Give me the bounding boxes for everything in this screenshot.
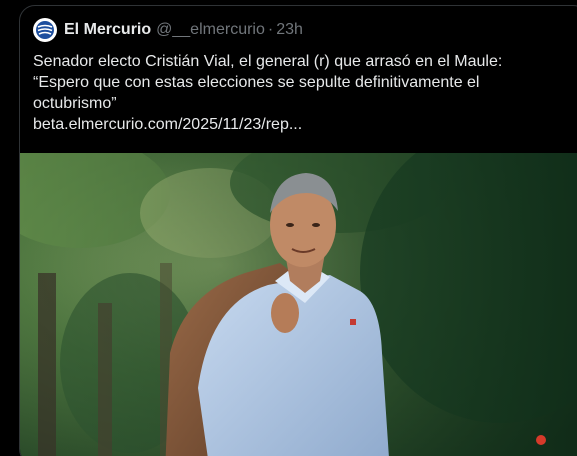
- separator-dot: ·: [267, 21, 274, 38]
- tweet-photo[interactable]: [20, 153, 577, 456]
- tweet-link[interactable]: beta.elmercurio.com/2025/11/23/rep...: [33, 114, 573, 135]
- tweet-card[interactable]: El Mercurio @__elmercurio · 23h Senador …: [19, 5, 577, 456]
- photo-illustration: [20, 153, 577, 456]
- newspaper-logo-icon: [34, 19, 56, 41]
- author-name[interactable]: El Mercurio: [64, 21, 151, 39]
- tweet-text-line: Senador electo Cristián Vial, el general…: [33, 53, 503, 70]
- tweet-header: El Mercurio @__elmercurio · 23h: [33, 18, 303, 42]
- tweet-text: Senador electo Cristián Vial, el general…: [33, 51, 573, 135]
- author-handle[interactable]: @__elmercurio: [156, 21, 265, 39]
- avatar[interactable]: [33, 18, 57, 42]
- tweet-text-line: octubrismo”: [33, 95, 117, 112]
- tweet-text-line: “Espero que con estas elecciones se sepu…: [33, 74, 480, 91]
- timestamp[interactable]: 23h: [276, 21, 303, 39]
